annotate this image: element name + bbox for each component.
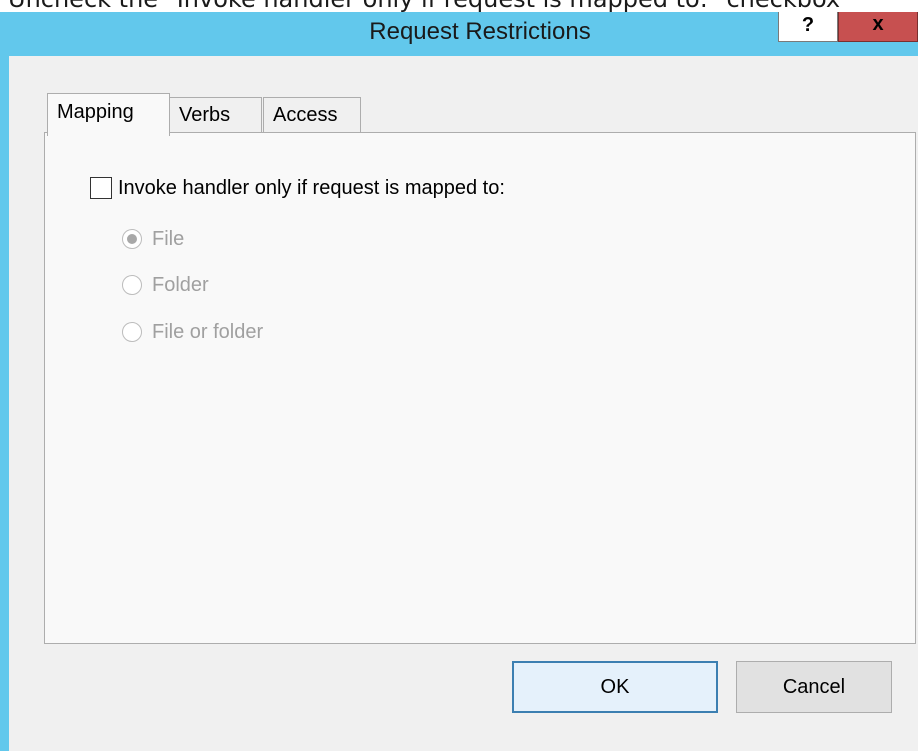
ok-button[interactable]: OK [512, 661, 718, 713]
radio-folder-label: Folder [152, 274, 209, 296]
radio-file-or-folder-label: File or folder [152, 321, 264, 343]
dialog-client-area: Mapping Verbs Access Invoke handler only… [9, 56, 918, 751]
tab-access[interactable]: Access [263, 97, 361, 133]
invoke-handler-checkbox-label[interactable]: Invoke handler only if request is mapped… [118, 173, 505, 203]
request-restrictions-dialog: Request Restrictions ? x Mapping Verbs A… [0, 12, 918, 751]
instruction-caption-strip: Uncheck the "Invoke handler only if requ… [0, 0, 918, 12]
radio-file-or-folder [122, 322, 142, 342]
tab-mapping[interactable]: Mapping [47, 93, 170, 136]
close-button[interactable]: x [838, 12, 918, 42]
invoke-handler-checkbox[interactable] [90, 177, 112, 199]
help-button[interactable]: ? [778, 12, 838, 42]
dialog-title: Request Restrictions [369, 18, 591, 45]
tab-verbs[interactable]: Verbs [169, 97, 262, 133]
radio-folder [122, 275, 142, 295]
radio-file [122, 229, 142, 249]
mapping-tab-panel: Invoke handler only if request is mapped… [44, 132, 916, 644]
title-bar[interactable]: Request Restrictions ? x [0, 12, 918, 56]
cancel-button[interactable]: Cancel [736, 661, 892, 713]
instruction-caption: Uncheck the "Invoke handler only if requ… [8, 0, 840, 12]
radio-file-label: File [152, 228, 185, 250]
